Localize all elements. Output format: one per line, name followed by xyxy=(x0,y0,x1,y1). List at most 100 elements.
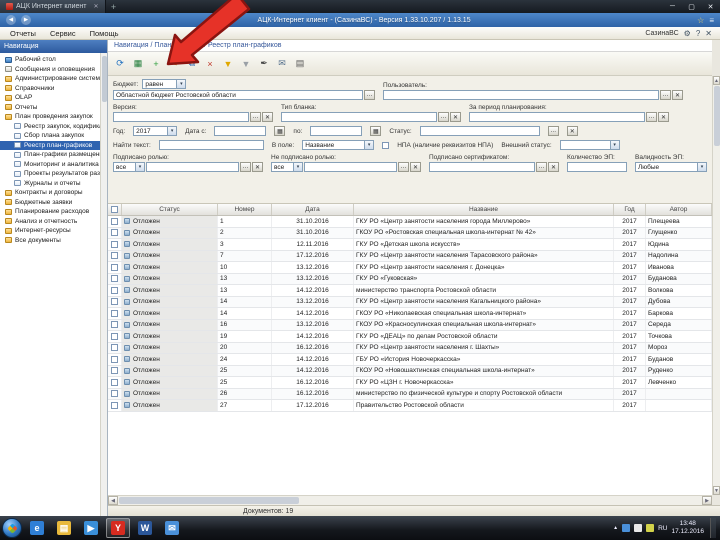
tree-item[interactable]: Администрирование системы xyxy=(0,74,107,84)
date-from-calendar-icon[interactable]: ▦ xyxy=(274,126,286,136)
status-clear-button[interactable]: ✕ xyxy=(566,126,578,136)
not-signed-role-op-select[interactable]: все ▾ xyxy=(271,162,303,172)
search-input[interactable] xyxy=(158,140,264,150)
budget-picker-button[interactable]: … xyxy=(364,90,375,100)
not-signed-role-input[interactable] xyxy=(304,162,397,172)
tree-item[interactable]: Рабочий стол xyxy=(0,55,107,65)
taskbar-browser[interactable]: Y xyxy=(106,518,130,538)
sign-icon[interactable]: ✒ xyxy=(256,56,272,72)
blank-type-picker-button[interactable]: … xyxy=(438,112,449,122)
menu-item[interactable]: Сервис xyxy=(44,29,82,38)
tree-item[interactable]: Сообщения и оповещения xyxy=(0,65,107,75)
taskbar-explorer[interactable]: ▤ xyxy=(52,518,76,538)
taskbar-word[interactable]: W xyxy=(133,518,157,538)
show-desktop-button[interactable] xyxy=(710,518,716,538)
tree-item[interactable]: Все документы xyxy=(0,236,107,246)
ГКОУ РО «Красносулинская специальная школа-интернат»[interactable]: Отложен 16 13.12.2016 ГКОУ РО «Красносул… xyxy=(108,319,712,331)
date-to-calendar-icon[interactable]: ▦ xyxy=(370,126,382,136)
col-year[interactable]: Год xyxy=(614,204,646,215)
signed-role-picker-button[interactable]: … xyxy=(240,162,251,172)
signed-cert-clear-button[interactable]: ✕ xyxy=(548,162,559,172)
date-from-input[interactable] xyxy=(214,126,267,136)
version-input[interactable] xyxy=(113,112,249,122)
date-to-input[interactable] xyxy=(310,126,363,136)
tray-volume-icon[interactable] xyxy=(634,524,643,532)
print-icon[interactable]: ▤ xyxy=(292,56,308,72)
send-icon[interactable]: ✉ xyxy=(274,56,290,72)
menu-item[interactable]: Помощь xyxy=(84,29,125,38)
taskbar-mail[interactable]: ✉ xyxy=(160,518,184,538)
user-clear-button[interactable]: ✕ xyxy=(672,90,683,100)
signed-role-input[interactable] xyxy=(146,162,239,172)
ГКУ РО «Гуковская»[interactable]: Отложен 13 13.12.2016 ГКУ РО «Гуковская»… xyxy=(108,273,712,285)
tree-item[interactable]: Планирование расходов xyxy=(0,207,107,217)
signed-role-clear-button[interactable]: ✕ xyxy=(252,162,263,172)
user-picker-button[interactable]: … xyxy=(660,90,671,100)
tree-item[interactable]: Сбор плана закупок xyxy=(0,131,107,141)
tray-flag-icon[interactable] xyxy=(646,524,655,532)
tray-clock[interactable]: 13:48 17.12.2016 xyxy=(671,520,704,536)
tree-item[interactable]: Справочники xyxy=(0,84,107,94)
horizontal-scrollbar[interactable]: ◀ ▶ xyxy=(108,495,712,505)
ГКОУ РО «Новошахтинская специальная школа-интернат»[interactable]: Отложен 25 14.12.2016 ГКОУ РО «Новошахти… xyxy=(108,365,712,377)
user-input[interactable] xyxy=(383,90,659,100)
ГКУ РО «Центр занятости населения Кагальницкого района»[interactable]: Отложен 14 13.12.2016 ГКУ РО «Центр заня… xyxy=(108,296,712,308)
tree-item[interactable]: Журналы и отчеты xyxy=(0,179,107,189)
status-picker-button[interactable]: … xyxy=(547,126,559,136)
tree-item[interactable]: Бюджетные заявки xyxy=(0,198,107,208)
year-select[interactable]: 2017 ▾ xyxy=(133,126,178,136)
new-tab-button[interactable]: + xyxy=(106,0,122,13)
Правительство Ростовской области[interactable]: Отложен 27 17.12.2016 Правительство Рост… xyxy=(108,400,712,412)
tree-item[interactable]: Мониторинг и аналитика xyxy=(0,160,107,170)
clear-filter-icon[interactable]: ▼ xyxy=(238,56,254,72)
new-icon[interactable]: + xyxy=(148,56,164,72)
министерство по физической культуре и спорту Ростовской области[interactable]: Отложен 26 16.12.2016 министерство по фи… xyxy=(108,388,712,400)
not-signed-role-picker-button[interactable]: … xyxy=(398,162,409,172)
filter-icon[interactable]: ▼ xyxy=(220,56,236,72)
refresh-icon[interactable]: ⟳ xyxy=(112,56,128,72)
taskbar-media[interactable]: ▶ xyxy=(79,518,103,538)
vertical-scrollbar[interactable]: ▲ ▼ xyxy=(712,76,720,495)
signed-cert-input[interactable] xyxy=(429,162,535,172)
version-clear-button[interactable]: ✕ xyxy=(262,112,273,122)
ГБУ РО «История Новочеркасска»[interactable]: Отложен 24 14.12.2016 ГБУ РО «История Но… xyxy=(108,354,712,366)
ext-status-select[interactable]: ▾ xyxy=(559,140,620,150)
window-maximize-button[interactable]: ▢ xyxy=(682,0,701,13)
tree-item[interactable]: Проекты результатов развития xyxy=(0,169,107,179)
export-excel-icon[interactable]: ▦ xyxy=(130,56,146,72)
favorites-star-icon[interactable]: ☆ xyxy=(697,16,704,25)
status-input[interactable] xyxy=(419,126,540,136)
help-icon[interactable]: ? xyxy=(696,29,700,38)
browser-tab[interactable]: АЦК Интернет клиент ✕ xyxy=(0,0,106,13)
министерство транспорта Ростовской области[interactable]: Отложен 13 14.12.2016 министерство транс… xyxy=(108,285,712,297)
ГКУ РО «Центр занятости населения г. Донецка»[interactable]: Отложен 10 13.12.2016 ГКУ РО «Центр заня… xyxy=(108,262,712,274)
ГКУ РО «Центр занятости населения Тарасовского района»[interactable]: Отложен 7 17.12.2016 ГКУ РО «Центр занят… xyxy=(108,250,712,262)
edit-icon[interactable]: ✎ xyxy=(166,56,182,72)
ГКУ РО «Центр занятости населения города Миллерово»[interactable]: Отложен 1 31.10.2016 ГКУ РО «Центр занят… xyxy=(108,216,712,228)
col-num[interactable]: Номер xyxy=(218,204,272,215)
start-button[interactable] xyxy=(2,518,22,538)
signed-cert-picker-button[interactable]: … xyxy=(536,162,547,172)
window-minimize-button[interactable]: ─ xyxy=(663,0,682,13)
blank-type-input[interactable] xyxy=(281,112,437,122)
tree-item[interactable]: Реестр закупок, кодификация xyxy=(0,122,107,132)
period-clear-button[interactable]: ✕ xyxy=(658,112,669,122)
ГКУ РО «ЦЗН г. Новочеркасска»[interactable]: Отложен 25 16.12.2016 ГКУ РО «ЦЗН г. Нов… xyxy=(108,377,712,389)
tree-item[interactable]: Анализ и отчетность xyxy=(0,217,107,227)
col-date[interactable]: Дата xyxy=(272,204,354,215)
tree-item[interactable]: OLAP xyxy=(0,93,107,103)
taskbar-ie[interactable]: e xyxy=(25,518,49,538)
back-icon[interactable]: ◀ xyxy=(6,15,16,25)
window-close-button[interactable]: ✕ xyxy=(701,0,720,13)
tree-item[interactable]: Интернет-ресурсы xyxy=(0,226,107,236)
npa-checkbox[interactable] xyxy=(382,141,390,149)
tray-network-icon[interactable] xyxy=(622,524,631,532)
tray-language[interactable]: RU xyxy=(658,525,667,532)
ГКУ РО «Детская школа искусств»[interactable]: Отложен 3 12.11.2016 ГКУ РО «Детская шко… xyxy=(108,239,712,251)
tray-expand-icon[interactable]: ▲ xyxy=(613,525,618,531)
ГКУ РО «ДЕАЦ» по делам Ростовской области[interactable]: Отложен 19 14.12.2016 ГКУ РО «ДЕАЦ» по д… xyxy=(108,331,712,343)
forward-icon[interactable]: ▶ xyxy=(21,15,31,25)
blank-type-clear-button[interactable]: ✕ xyxy=(450,112,461,122)
settings-gear-icon[interactable]: ⚙ xyxy=(684,29,691,38)
budget-input[interactable]: Областной бюджет Ростовской области xyxy=(113,90,363,100)
